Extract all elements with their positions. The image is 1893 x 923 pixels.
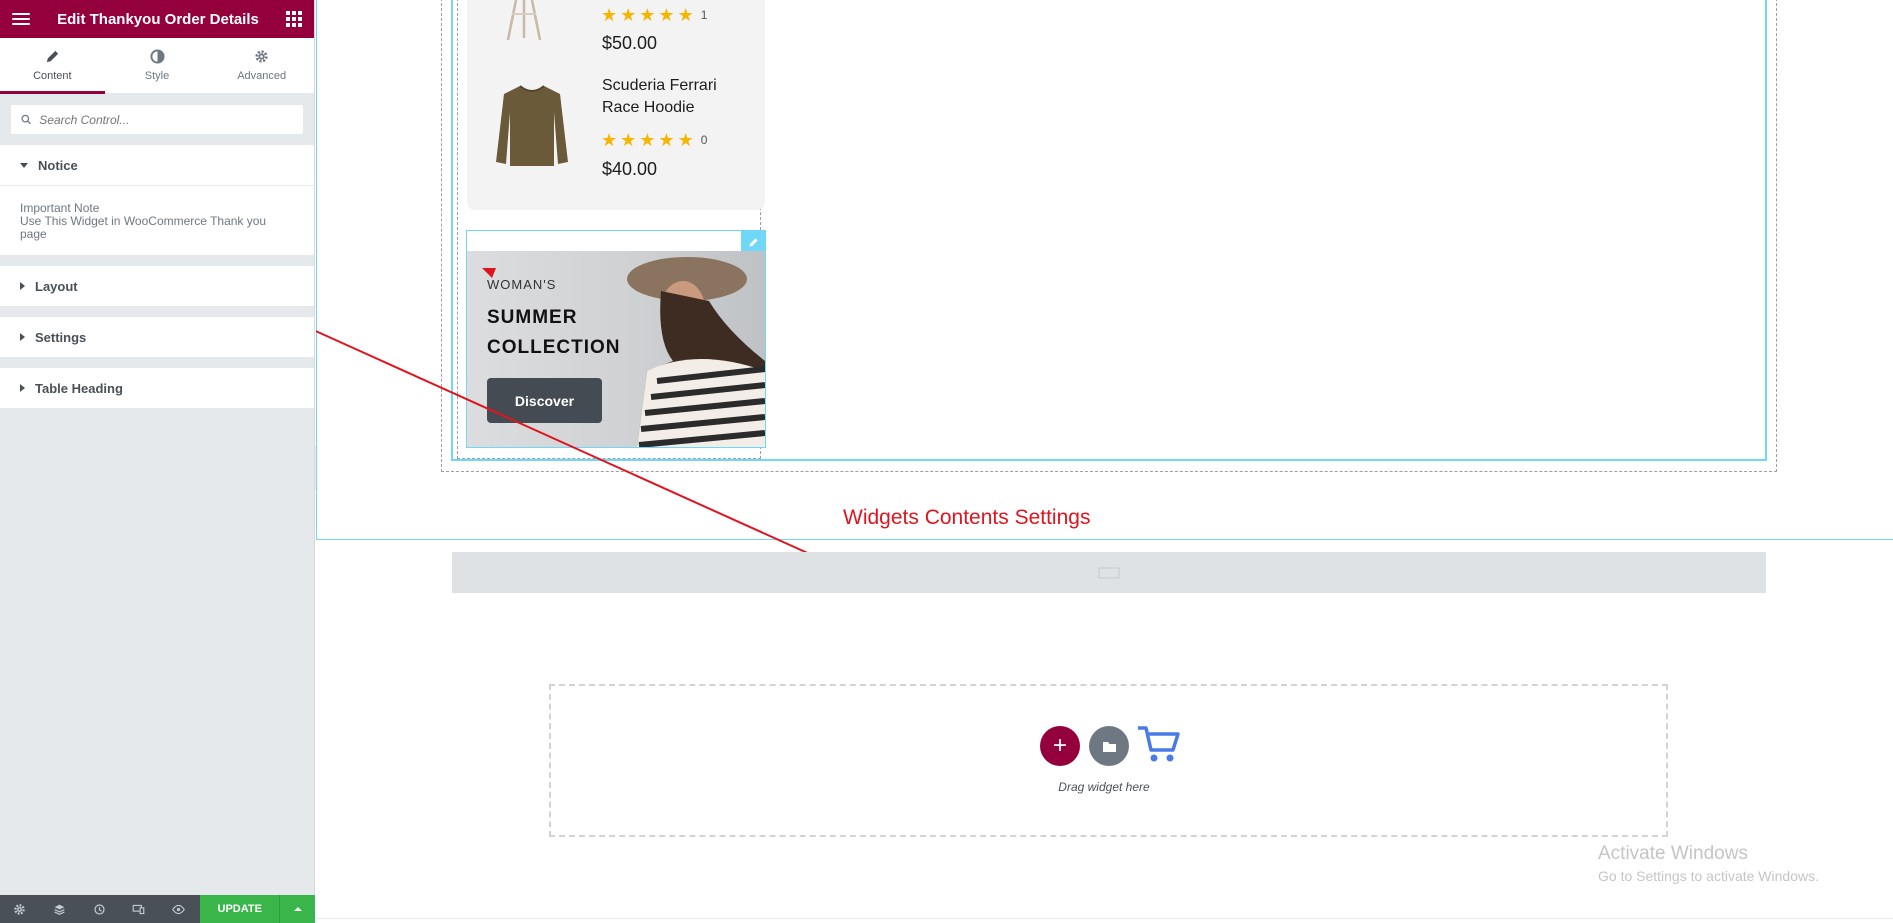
update-button[interactable]: UPDATE bbox=[200, 895, 280, 923]
section-layout-header[interactable]: Layout bbox=[0, 266, 314, 306]
panel-title: Edit Thankyou Order Details bbox=[57, 10, 259, 28]
hamburger-menu-icon[interactable] bbox=[12, 13, 30, 25]
section-notice-header[interactable]: Notice bbox=[0, 145, 314, 185]
star-icon: ★ bbox=[658, 5, 675, 25]
section-settings-label: Settings bbox=[35, 329, 87, 345]
add-template-button[interactable] bbox=[1089, 726, 1129, 766]
star-icon: ★ bbox=[677, 130, 694, 150]
image-placeholder-icon bbox=[1098, 567, 1120, 578]
gear-icon bbox=[14, 903, 26, 915]
edit-widget-button[interactable] bbox=[741, 231, 765, 253]
tab-content-label: Content bbox=[33, 70, 72, 82]
tab-style[interactable]: Style bbox=[105, 38, 210, 93]
star-icon: ★ bbox=[620, 130, 637, 150]
notice-body: Important Note Use This Widget in WooCom… bbox=[0, 185, 314, 255]
rating-count: 0 bbox=[700, 133, 708, 147]
caret-right-icon bbox=[20, 384, 25, 392]
star-icon: ★ bbox=[601, 130, 618, 150]
tab-advanced[interactable]: Advanced bbox=[209, 38, 314, 93]
panel-header: Edit Thankyou Order Details bbox=[0, 0, 314, 38]
responsive-icon bbox=[132, 904, 145, 914]
rating-count: 1 bbox=[700, 8, 708, 22]
section-notice-label: Notice bbox=[38, 157, 78, 173]
star-icon: ★ bbox=[639, 5, 656, 25]
section-layout-label: Layout bbox=[35, 278, 78, 294]
navigator-button[interactable] bbox=[40, 895, 80, 923]
add-section-button[interactable]: + bbox=[1040, 726, 1080, 766]
pencil-icon bbox=[46, 50, 58, 63]
canvas-bottom-divider bbox=[316, 918, 1893, 919]
banner-model-image bbox=[627, 257, 765, 447]
layers-icon bbox=[54, 904, 65, 915]
product-price: $50.00 bbox=[602, 33, 658, 53]
product-image-hoodie[interactable] bbox=[492, 82, 572, 170]
star-icon: ★ bbox=[658, 130, 675, 150]
pencil-icon bbox=[748, 237, 758, 247]
section-table-heading: Table Heading bbox=[0, 368, 314, 409]
banner-discover-button[interactable]: Discover bbox=[487, 378, 602, 423]
caret-down-icon bbox=[20, 162, 28, 168]
editor-panel: Edit Thankyou Order Details Content Styl… bbox=[0, 0, 316, 923]
empty-widget-placeholder[interactable] bbox=[452, 552, 1766, 593]
section-settings-header[interactable]: Settings bbox=[0, 317, 314, 357]
caret-right-icon bbox=[20, 282, 25, 290]
caret-right-icon bbox=[20, 333, 25, 341]
star-icon: ★ bbox=[639, 130, 656, 150]
product-name[interactable]: Scuderia Ferrari Race Hoodie bbox=[602, 75, 732, 119]
cart-template-button[interactable] bbox=[1136, 724, 1180, 769]
product-rating: ★ ★ ★ ★ ★ 1 bbox=[601, 5, 708, 25]
section-layout: Layout bbox=[0, 266, 314, 307]
panel-tabs: Content Style Advanced bbox=[0, 38, 314, 94]
banner: WOMAN'S SUMMER COLLECTION Discover bbox=[467, 251, 765, 447]
folder-icon bbox=[1102, 741, 1116, 752]
history-icon bbox=[93, 903, 105, 915]
dropzone-hint: Drag widget here bbox=[1058, 780, 1150, 794]
settings-footer-button[interactable] bbox=[0, 895, 40, 923]
section-settings: Settings bbox=[0, 317, 314, 358]
tab-content[interactable]: Content bbox=[0, 38, 105, 94]
search-icon bbox=[21, 114, 31, 125]
banner-eyebrow: WOMAN'S bbox=[487, 277, 557, 292]
widgets-grid-icon[interactable] bbox=[286, 11, 302, 27]
history-button[interactable] bbox=[79, 895, 119, 923]
tab-style-label: Style bbox=[144, 70, 170, 82]
banner-title-line1: SUMMER bbox=[487, 307, 578, 328]
panel-footer: UPDATE bbox=[0, 895, 316, 923]
notice-text: Use This Widget in WooCommerce Thank you… bbox=[20, 214, 267, 241]
banner-title-line2: COLLECTION bbox=[487, 337, 621, 358]
cart-icon bbox=[1138, 726, 1180, 762]
product-rating: ★ ★ ★ ★ ★ 0 bbox=[601, 130, 708, 150]
caret-up-icon bbox=[293, 907, 302, 911]
contrast-icon bbox=[149, 49, 165, 64]
responsive-mode-button[interactable] bbox=[119, 895, 159, 923]
update-options-button[interactable] bbox=[279, 895, 316, 923]
search-wrap bbox=[0, 94, 314, 145]
product-price: $40.00 bbox=[602, 159, 658, 179]
preview-canvas: ★ ★ ★ ★ ★ 1 $50.00 Scuderia Ferrari Race Hoo… bbox=[316, 0, 1893, 923]
gear-icon bbox=[255, 50, 268, 63]
star-icon: ★ bbox=[620, 5, 637, 25]
watermark-title: Activate Windows bbox=[1598, 843, 1748, 864]
section-table-heading-header[interactable]: Table Heading bbox=[0, 368, 314, 408]
preview-button[interactable] bbox=[159, 895, 199, 923]
star-icon: ★ bbox=[677, 5, 694, 25]
annotation-label: Widgets Contents Settings bbox=[843, 506, 1091, 529]
section-notice: Notice Important Note Use This Widget in… bbox=[0, 145, 314, 256]
tab-advanced-label: Advanced bbox=[237, 70, 287, 82]
eye-icon bbox=[171, 904, 185, 914]
watermark-subtitle: Go to Settings to activate Windows. bbox=[1598, 868, 1819, 884]
section-table-heading-label: Table Heading bbox=[35, 380, 123, 396]
search-box bbox=[10, 104, 304, 135]
star-icon: ★ bbox=[601, 5, 618, 25]
plus-icon: + bbox=[1052, 732, 1067, 759]
product-image-chair[interactable] bbox=[494, 0, 554, 42]
search-input[interactable] bbox=[39, 112, 293, 127]
